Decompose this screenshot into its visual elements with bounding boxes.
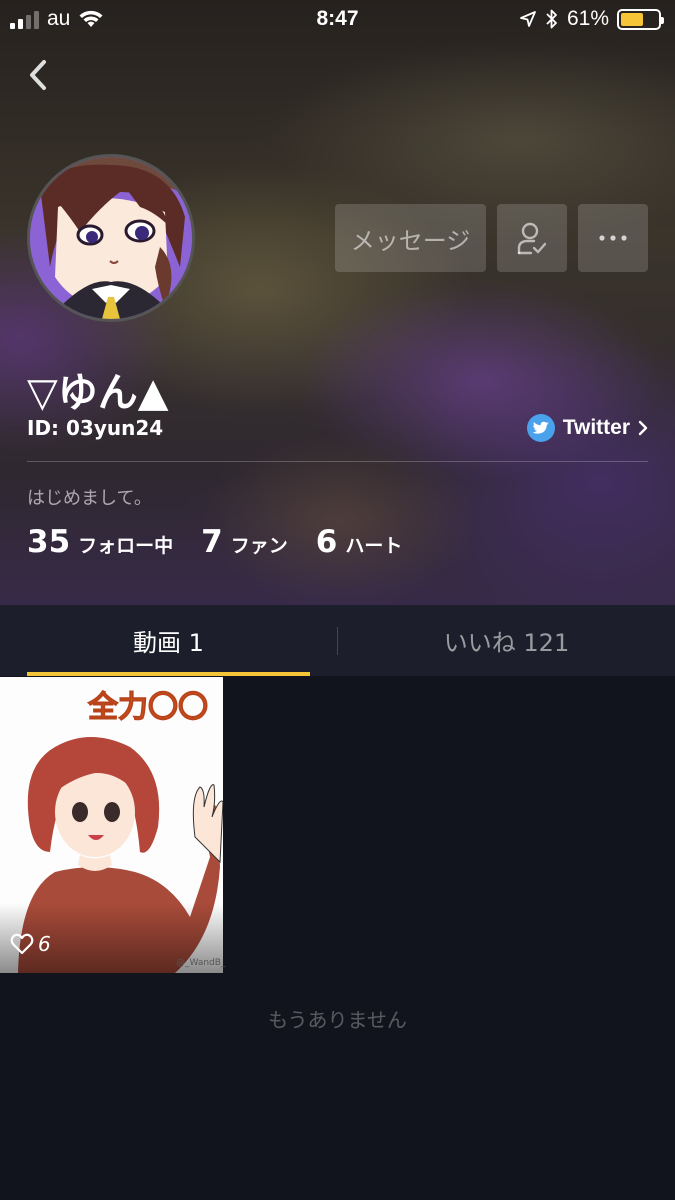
stat-following-label: フォロー中 xyxy=(78,535,174,557)
message-button-label: メッセージ xyxy=(350,226,471,255)
stat-following[interactable]: 35 フォロー中 xyxy=(27,524,173,560)
message-button[interactable]: メッセージ xyxy=(335,204,486,272)
stat-fans[interactable]: 7 ファン xyxy=(201,524,288,560)
avatar[interactable] xyxy=(27,154,195,322)
thumbnail-title: 全力〇〇 xyxy=(87,690,208,725)
more-horizontal-icon xyxy=(599,235,627,241)
battery-icon xyxy=(617,8,664,30)
profile-divider xyxy=(27,461,648,462)
thumbnail-like-count: 6 xyxy=(38,932,51,956)
status-bar: au 8:47 61% xyxy=(0,0,675,40)
tab-likes[interactable]: いいね 121 xyxy=(338,605,675,676)
back-button[interactable] xyxy=(20,55,60,95)
thumbnail-watermark: @_WandB_ xyxy=(176,958,226,968)
stat-fans-label: ファン xyxy=(230,535,288,557)
no-more-label: もうありません xyxy=(268,1008,407,1032)
heart-icon xyxy=(10,933,34,955)
follow-button[interactable] xyxy=(497,204,567,272)
bluetooth-icon xyxy=(546,9,557,29)
twitter-label: Twitter xyxy=(562,416,630,439)
battery-fill xyxy=(621,12,643,26)
chevron-left-icon xyxy=(30,60,46,90)
twitter-icon xyxy=(526,414,555,442)
status-right: 61% xyxy=(519,7,664,31)
stat-fans-count: 7 xyxy=(201,524,223,560)
location-arrow-icon xyxy=(520,11,536,27)
profile-stats: 35 フォロー中 7 ファン 6 ハート xyxy=(27,524,430,560)
tab-bar: 動画 1 いいね 121 xyxy=(0,605,675,676)
stat-hearts-label: ハート xyxy=(345,535,403,557)
chevron-right-icon xyxy=(638,420,648,436)
more-button[interactable] xyxy=(578,204,648,272)
stat-hearts-count: 6 xyxy=(315,524,338,560)
tab-videos[interactable]: 動画 1 xyxy=(0,605,337,676)
profile-name: ▽ゆん▲ xyxy=(27,370,169,416)
profile-bio: はじめまして。 xyxy=(27,488,152,509)
stat-hearts[interactable]: 6 ハート xyxy=(316,524,403,560)
profile-id: ID: 03yun24 xyxy=(27,416,164,440)
video-thumbnail[interactable]: 全力〇〇 xyxy=(0,677,223,973)
thumbnail-likes: 6 xyxy=(10,932,51,956)
stat-following-count: 35 xyxy=(27,524,71,560)
battery-percent: 61% xyxy=(566,7,609,30)
twitter-link[interactable]: Twitter xyxy=(526,414,648,442)
avatar-illustration xyxy=(30,157,192,319)
user-check-icon xyxy=(517,222,547,255)
